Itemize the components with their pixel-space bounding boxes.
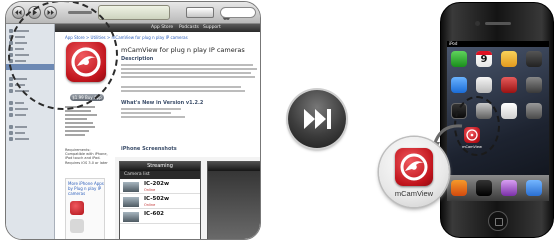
music-app-icon[interactable] (451, 180, 467, 196)
camera-name: IC-602 (144, 211, 164, 217)
description-line (121, 68, 257, 70)
description-line (121, 64, 253, 66)
sidebar-item[interactable] (9, 124, 27, 129)
view-mode-buttons[interactable] (186, 7, 214, 18)
tutorial-illustration: App Store Podcasts Support App Store > U… (0, 0, 556, 242)
screenshot-strip: Streaming Camera list IC-202w Online IC-… (115, 157, 260, 239)
screenshot-2[interactable] (207, 161, 260, 239)
requirements-text: Requirements: Compatible with iPhone, iP… (65, 148, 108, 165)
settings-app-icon[interactable] (526, 103, 542, 119)
sidebar-item[interactable] (9, 106, 28, 111)
meta-line (65, 126, 95, 128)
camera-row: IC-502w Online (120, 195, 200, 209)
screenshot-1[interactable]: Streaming Camera list IC-202w Online IC-… (119, 161, 201, 239)
calendar-day: 9 (480, 54, 488, 65)
camera-status: Online (144, 203, 156, 207)
meta-line (65, 114, 97, 116)
maps-app-icon[interactable] (476, 77, 492, 93)
camera-thumbnail (123, 212, 139, 222)
dock (447, 175, 549, 201)
more-apps-box: More iPhone Apps by Plug n play IP camer… (65, 178, 105, 239)
description-line (121, 86, 241, 88)
camera-app-icon[interactable] (526, 51, 542, 67)
more-apps-title[interactable]: More iPhone Apps by Plug n play IP camer… (68, 181, 104, 196)
camera-name: IC-502w (144, 196, 170, 202)
forward-arrow-button (288, 90, 346, 148)
sidebar-item[interactable] (9, 130, 25, 135)
meta-line (65, 122, 93, 124)
mcamview-callout: mCamView (379, 137, 449, 207)
calendar-app-icon[interactable]: 9 (476, 51, 492, 67)
status-bar: iPod (447, 41, 549, 47)
camera-row: IC-202w Online (120, 180, 200, 194)
home-button[interactable] (488, 211, 508, 231)
description-line (121, 76, 255, 78)
compass-app-icon[interactable] (501, 103, 517, 119)
itunes-window: App Store Podcasts Support App Store > U… (5, 1, 261, 240)
meta-line (65, 118, 87, 120)
whats-new-line (121, 116, 185, 118)
whats-new-heading: What's New in Version v1.2.2 (121, 100, 204, 106)
screenshot-header: Streaming (120, 162, 200, 171)
sidebar-item[interactable] (9, 136, 29, 141)
now-playing-display (98, 5, 231, 20)
meta-line (65, 130, 89, 132)
screenshots-heading: iPhone Screenshots (121, 146, 177, 152)
description-line (121, 90, 245, 92)
camera-name: IC-202w (144, 181, 170, 187)
nav-support[interactable]: Support (203, 25, 221, 30)
whats-new-line (121, 108, 181, 110)
mcamview-label: mCamView (394, 189, 434, 198)
screenshot-tab: Camera list (120, 171, 200, 179)
podcasts-app-icon[interactable] (501, 180, 517, 196)
contacts-app-icon[interactable] (526, 77, 542, 93)
whats-new-line (121, 112, 171, 114)
front-camera (475, 21, 480, 26)
mcamview-icon (395, 148, 433, 186)
nav-app-store[interactable]: App Store (151, 25, 173, 30)
photos-app-icon[interactable] (501, 51, 517, 67)
earpiece-speaker (485, 22, 511, 25)
description-line (121, 72, 251, 74)
meta-line (65, 134, 85, 136)
weather-app-icon[interactable] (451, 77, 467, 93)
messages-app-icon[interactable] (451, 51, 467, 67)
videos-app-icon[interactable] (476, 180, 492, 196)
highlight-circle (8, 2, 118, 110)
nav-podcasts[interactable]: Podcasts (179, 25, 199, 30)
description-heading: Description (121, 56, 154, 62)
camera-status: Online (144, 188, 156, 192)
search-field[interactable] (220, 7, 256, 18)
meta-line (65, 110, 91, 112)
camera-thumbnail (123, 197, 139, 207)
camera-row: IC-602 (120, 210, 200, 224)
app-title: mCamView for plug n play IP cameras (121, 46, 245, 54)
safari-app-icon[interactable] (526, 180, 542, 196)
sidebar-item[interactable] (9, 112, 26, 117)
itunes-app-icon[interactable] (501, 77, 517, 93)
screenshot-header (208, 162, 260, 171)
next-step-icon (304, 109, 331, 129)
camera-thumbnail (123, 182, 139, 192)
related-app-icon[interactable] (70, 201, 84, 215)
related-app-icon[interactable] (70, 219, 84, 233)
sidebar-item[interactable] (9, 100, 24, 105)
camera-logo-icon (400, 153, 428, 181)
